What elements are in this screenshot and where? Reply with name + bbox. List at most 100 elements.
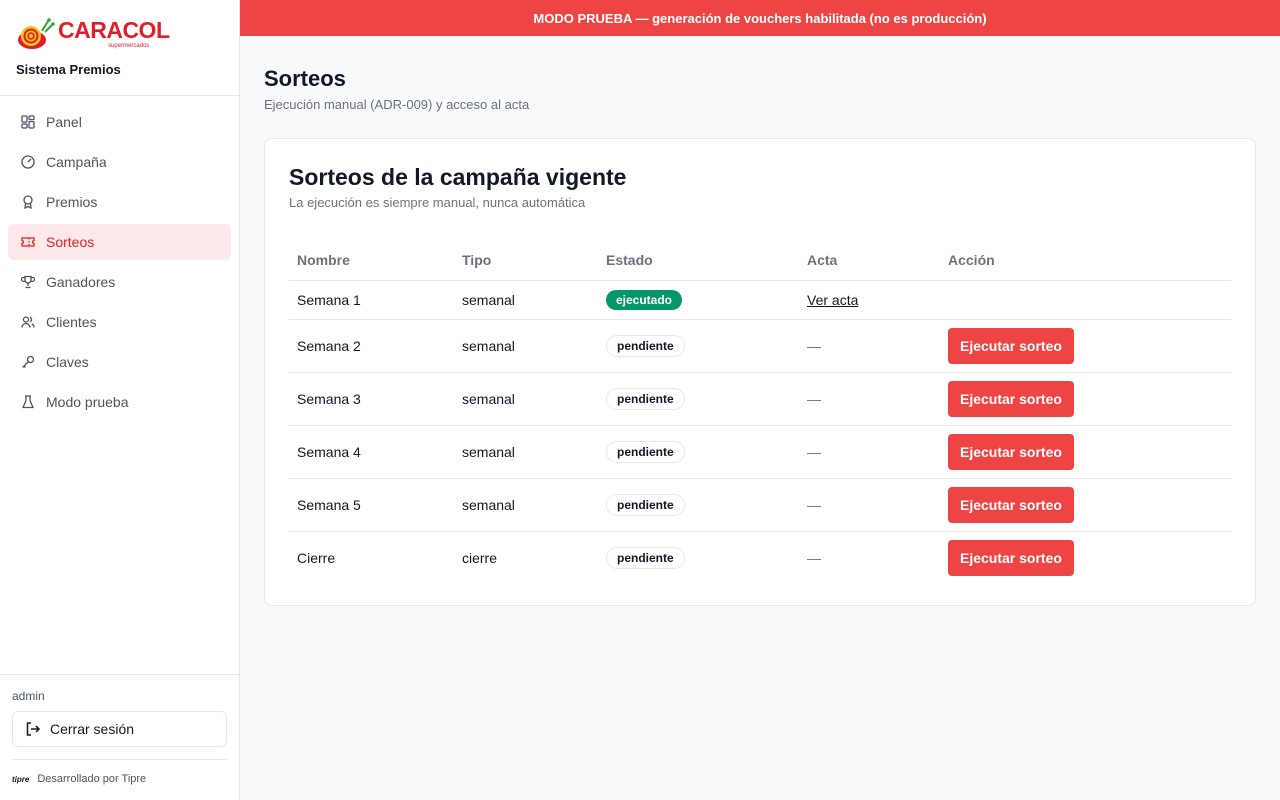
sidebar-item-label: Campaña [46, 154, 107, 170]
cell-acta: — [807, 549, 821, 566]
card-subtitle: La ejecución es siempre manual, nunca au… [289, 195, 586, 210]
cell-nombre: Semana 2 [289, 319, 454, 373]
status-badge: pendiente [606, 493, 685, 516]
sidebar-item-campana[interactable]: Campaña [8, 144, 231, 180]
execute-draw-button[interactable]: Ejecutar sorteo [948, 433, 1074, 470]
test-mode-banner: MODO PRUEBA — generación de vouchers hab… [240, 0, 1280, 36]
sidebar-nav: Panel Campaña Premios Sorteos Ganadores [0, 96, 239, 432]
table-row: Semana 1 semanal ejecutado Ver acta [289, 280, 1231, 320]
column-header-tipo: Tipo [454, 240, 598, 281]
gauge-icon [20, 154, 36, 170]
users-icon [20, 314, 36, 330]
cell-estado: pendiente [598, 478, 799, 532]
sidebar-item-label: Claves [46, 354, 89, 370]
execute-draw-button[interactable]: Ejecutar sorteo [948, 539, 1074, 576]
draws-table: Nombre Tipo Estado Acta Acción Semana 1 … [289, 240, 1231, 584]
column-header-estado: Estado [598, 240, 799, 281]
cell-acta: — [799, 372, 940, 426]
snail-logo-icon [18, 18, 55, 49]
developer-credit: tipre Desarrollado por Tipre [12, 759, 227, 785]
current-user: admin [12, 689, 45, 703]
logout-label: Cerrar sesión [50, 721, 135, 737]
sidebar-item-label: Panel [46, 114, 82, 130]
cell-acta: — [799, 319, 940, 373]
cell-estado: ejecutado [598, 280, 799, 320]
page-title: Sorteos [264, 66, 346, 91]
ticket-icon [20, 234, 36, 250]
sidebar-item-label: Modo prueba [46, 394, 129, 410]
cell-estado: pendiente [598, 425, 799, 479]
card-title: Sorteos de la campaña vigente [289, 164, 627, 190]
sidebar-item-clientes[interactable]: Clientes [8, 304, 231, 340]
cell-tipo: semanal [454, 319, 598, 373]
status-badge: ejecutado [606, 289, 683, 310]
table-row: Cierre cierre pendiente — Ejecutar sorte… [289, 531, 1231, 584]
cell-acta: Ver acta [799, 280, 940, 320]
sidebar-item-label: Sorteos [46, 234, 95, 250]
cell-accion: Ejecutar sorteo [940, 478, 1231, 532]
column-header-nombre: Nombre [289, 240, 454, 281]
cell-nombre: Cierre [297, 549, 336, 566]
table-row: Semana 2 semanal pendiente — Ejecutar so… [289, 319, 1231, 373]
page-subtitle: Ejecución manual (ADR-009) y acceso al a… [264, 97, 530, 112]
sidebar-item-modo-prueba[interactable]: Modo prueba [8, 384, 231, 420]
table-header-row: Nombre Tipo Estado Acta Acción [289, 240, 1231, 281]
cell-estado: pendiente [598, 531, 799, 584]
cell-nombre: Semana 3 [289, 372, 454, 426]
cell-acta: — [799, 478, 940, 532]
column-header-accion: Acción [940, 240, 1231, 281]
sidebar-item-premios[interactable]: Premios [8, 184, 231, 220]
cell-accion: Ejecutar sorteo [940, 372, 1231, 426]
logo-subtitle: supermercados [108, 43, 150, 49]
cell-accion [940, 280, 1231, 320]
cell-tipo: semanal [454, 372, 598, 426]
status-badge: pendiente [606, 334, 685, 357]
sidebar-item-claves[interactable]: Claves [8, 344, 231, 380]
trophy-icon [20, 274, 36, 290]
execute-draw-button[interactable]: Ejecutar sorteo [948, 486, 1074, 523]
sidebar-item-label: Premios [46, 194, 98, 210]
logo-wordmark: CARACOL [58, 17, 170, 43]
sidebar-item-sorteos[interactable]: Sorteos [8, 224, 231, 260]
logout-icon [25, 721, 41, 737]
status-badge: pendiente [606, 546, 685, 569]
caracol-logo[interactable]: CARACOL supermercados [16, 16, 223, 52]
main-content: Sorteos Ejecución manual (ADR-009) y acc… [264, 36, 1256, 606]
logout-button[interactable]: Cerrar sesión [12, 711, 227, 747]
flask-icon [20, 394, 36, 410]
cell-tipo: semanal [454, 478, 598, 532]
credit-text: Desarrollado por Tipre [37, 773, 147, 785]
sidebar-item-ganadores[interactable]: Ganadores [8, 264, 231, 300]
cell-tipo: semanal [454, 280, 598, 320]
cell-nombre: Semana 4 [289, 425, 454, 479]
table-row: Semana 5 semanal pendiente — Ejecutar so… [289, 478, 1231, 532]
cell-nombre: Semana 5 [289, 478, 454, 532]
draws-card: Sorteos de la campaña vigente La ejecuci… [264, 138, 1256, 606]
sidebar-item-label: Clientes [46, 314, 97, 330]
table-row: Semana 3 semanal pendiente — Ejecutar so… [289, 372, 1231, 426]
app-name: Sistema Premios [16, 62, 121, 77]
sidebar-item-panel[interactable]: Panel [8, 104, 231, 140]
cell-tipo: cierre [462, 549, 498, 566]
sidebar-footer: admin Cerrar sesión tipre Desarrollado p… [0, 674, 239, 800]
cell-accion: Ejecutar sorteo [940, 531, 1231, 584]
column-header-acta: Acta [799, 240, 940, 281]
table-row: Semana 4 semanal pendiente — Ejecutar so… [289, 425, 1231, 479]
status-badge: pendiente [606, 387, 685, 410]
cell-nombre: Semana 1 [289, 280, 454, 320]
key-icon [20, 354, 36, 370]
cell-tipo: semanal [454, 425, 598, 479]
sidebar-item-label: Ganadores [46, 274, 116, 290]
sidebar: CARACOL supermercados Sistema Premios Pa… [0, 0, 240, 800]
cell-accion: Ejecutar sorteo [940, 425, 1231, 479]
award-icon [20, 194, 36, 210]
execute-draw-button[interactable]: Ejecutar sorteo [948, 327, 1074, 364]
cell-accion: Ejecutar sorteo [940, 319, 1231, 373]
cell-estado: pendiente [598, 319, 799, 373]
grid-icon [20, 114, 36, 130]
tipre-logo: tipre [12, 774, 30, 784]
brand-header: CARACOL supermercados Sistema Premios [0, 0, 239, 96]
view-minutes-link[interactable]: Ver acta [807, 292, 858, 308]
cell-acta: — [799, 425, 940, 479]
execute-draw-button[interactable]: Ejecutar sorteo [948, 380, 1074, 417]
